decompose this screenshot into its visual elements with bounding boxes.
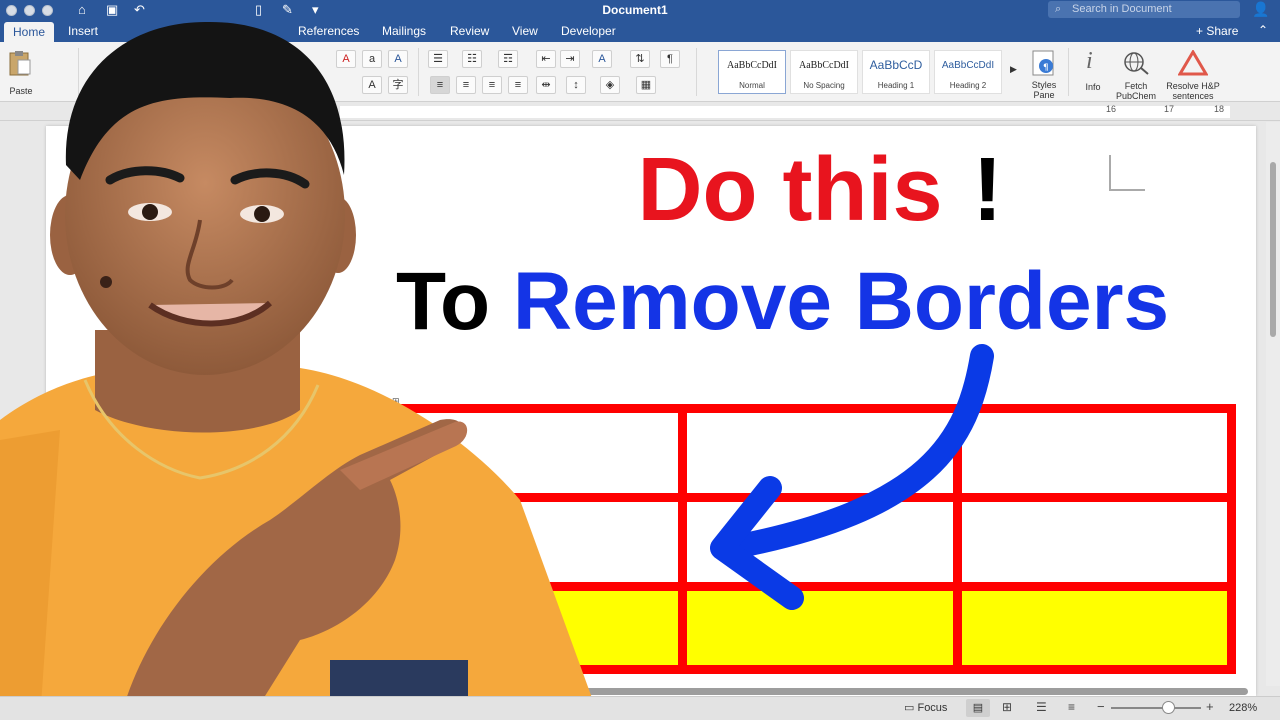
focus-mode-button[interactable]: ▭ Focus xyxy=(904,701,947,714)
status-bar: ▭ Focus ▤ ⊞ ☰ ≡ − + 228% xyxy=(0,696,1280,720)
zoom-in-icon[interactable]: + xyxy=(1206,699,1214,714)
print-layout-view-icon[interactable]: ▤ xyxy=(966,699,990,717)
presenter-photo xyxy=(0,21,600,720)
zoom-slider[interactable] xyxy=(1111,707,1201,709)
zoom-slider-knob[interactable] xyxy=(1162,701,1175,714)
focus-label: Focus xyxy=(917,702,948,714)
draft-view-icon[interactable]: ≡ xyxy=(1068,700,1075,714)
outline-view-icon[interactable]: ☰ xyxy=(1036,700,1047,714)
zoom-out-icon[interactable]: − xyxy=(1097,699,1105,714)
zoom-level[interactable]: 228% xyxy=(1229,702,1257,714)
web-layout-view-icon[interactable]: ⊞ xyxy=(1002,700,1012,714)
focus-icon: ▭ xyxy=(904,702,915,714)
